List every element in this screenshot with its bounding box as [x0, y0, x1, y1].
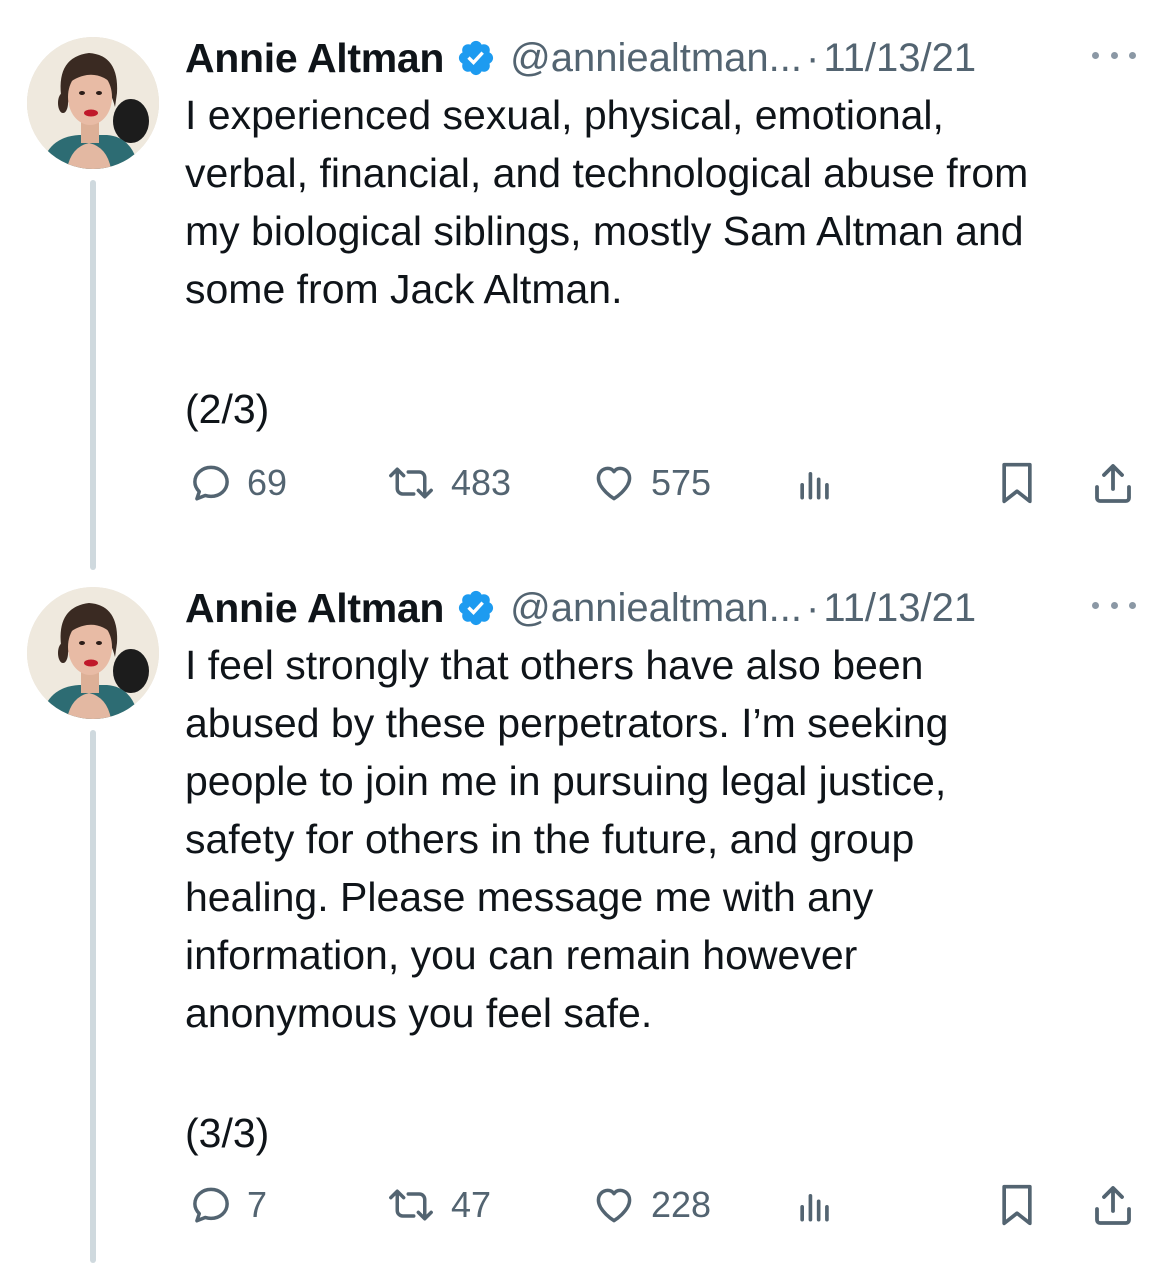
thread-part-label: (2/3) — [185, 386, 270, 432]
bookmark-icon — [1002, 462, 1032, 504]
avatar[interactable] — [27, 587, 159, 719]
reply-icon — [193, 465, 229, 501]
header-separator: · — [806, 585, 820, 630]
like-icon — [596, 1188, 632, 1223]
like-icon — [596, 466, 632, 501]
retweet-button[interactable]: 47 — [385, 1180, 491, 1230]
bookmark-button[interactable] — [995, 458, 1039, 508]
views-icon — [800, 472, 829, 500]
thread-part-label: (3/3) — [185, 1110, 270, 1156]
verified-badge-icon — [456, 588, 496, 628]
share-button[interactable] — [1089, 1180, 1137, 1230]
tweet-text: I feel strongly that others have also be… — [185, 642, 949, 1036]
thread-connector-line — [90, 180, 96, 570]
tweet-actions: 69 483 575 — [185, 458, 1140, 508]
tweet-thread: Annie Altman @anniealtman... · 11/13/21 … — [0, 0, 1170, 1263]
tweet-date[interactable]: 11/13/21 — [823, 586, 976, 631]
retweet-count: 483 — [451, 462, 512, 503]
reply-count: 69 — [247, 462, 288, 503]
tweet-header: Annie Altman @anniealtman... · 11/13/21 — [185, 580, 1140, 636]
verified-badge-icon — [456, 38, 496, 78]
share-icon — [1095, 464, 1131, 503]
author-handle[interactable]: @anniealtman... — [510, 36, 802, 81]
reply-button[interactable]: 69 — [189, 458, 287, 508]
bookmark-icon — [1002, 1184, 1032, 1226]
avatar[interactable] — [27, 37, 159, 169]
like-count: 575 — [651, 462, 712, 503]
reply-button[interactable]: 7 — [189, 1180, 267, 1230]
header-separator: · — [806, 35, 820, 80]
share-button[interactable] — [1089, 458, 1137, 508]
more-options-icon[interactable] — [1092, 590, 1136, 620]
bookmark-button[interactable] — [995, 1180, 1039, 1230]
tweet-1[interactable]: Annie Altman @anniealtman... · 11/13/21 … — [0, 0, 1170, 570]
views-button[interactable] — [793, 458, 837, 508]
retweet-count: 47 — [451, 1184, 492, 1225]
like-button[interactable]: 228 — [591, 1180, 711, 1230]
retweet-button[interactable]: 483 — [385, 458, 511, 508]
author-handle[interactable]: @anniealtman... — [510, 586, 802, 631]
reply-count: 7 — [247, 1184, 268, 1225]
views-icon — [800, 1194, 829, 1222]
like-button[interactable]: 575 — [591, 458, 711, 508]
tweet-2[interactable]: Annie Altman @anniealtman... · 11/13/21 … — [0, 550, 1170, 1263]
tweet-date[interactable]: 11/13/21 — [823, 36, 976, 81]
views-button[interactable] — [793, 1180, 837, 1230]
tweet-text: I experienced sexual, physical, emotiona… — [185, 92, 1029, 312]
more-options-icon[interactable] — [1092, 40, 1136, 70]
retweet-icon — [389, 1189, 433, 1221]
retweet-icon — [389, 467, 433, 499]
thread-connector-line — [90, 730, 96, 1263]
reply-icon — [193, 1187, 229, 1223]
like-count: 228 — [651, 1184, 712, 1225]
author-name[interactable]: Annie Altman — [185, 35, 444, 82]
share-icon — [1095, 1186, 1131, 1225]
author-name[interactable]: Annie Altman — [185, 585, 444, 632]
tweet-header: Annie Altman @anniealtman... · 11/13/21 — [185, 30, 1140, 86]
tweet-actions: 7 47 228 — [185, 1180, 1140, 1230]
